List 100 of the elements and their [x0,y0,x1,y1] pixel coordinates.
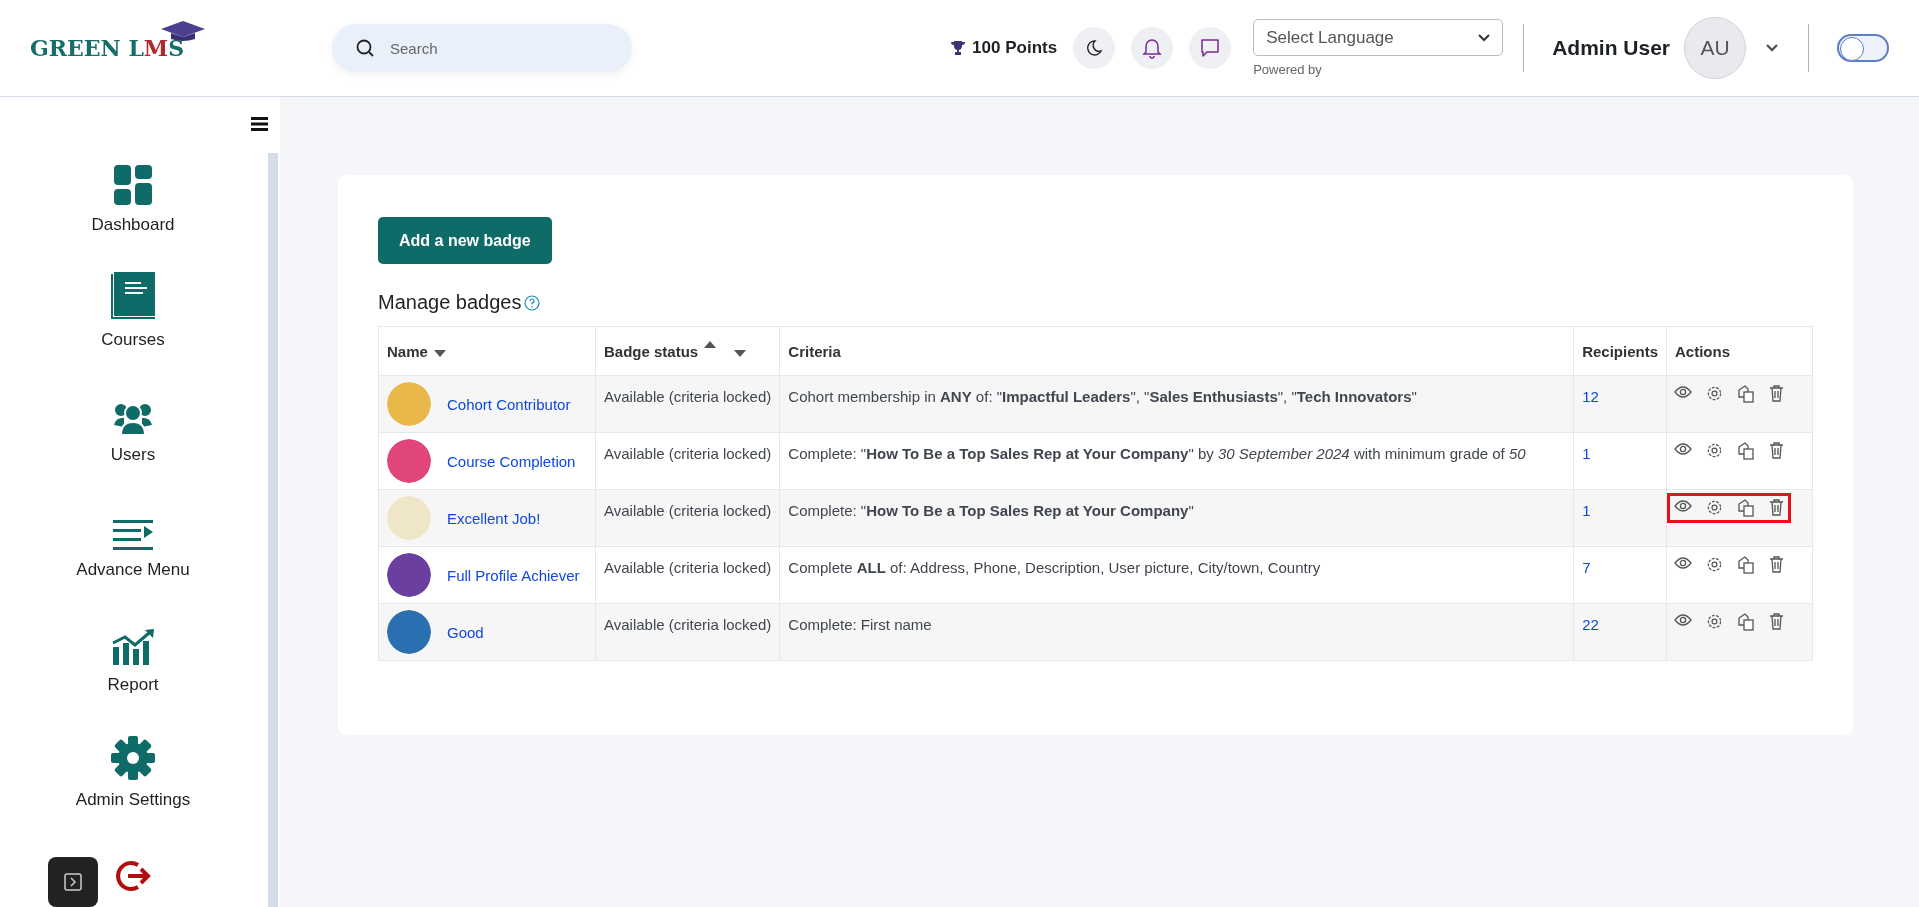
messages-button[interactable] [1189,27,1232,69]
copy-button[interactable] [1737,385,1755,403]
notifications-button[interactable] [1131,27,1174,69]
settings-icon [111,736,155,780]
bell-icon [1142,37,1163,59]
section-title: Manage badges [378,291,522,314]
delete-button[interactable] [1769,385,1784,403]
badge-name-link[interactable]: Excellent Job! [447,509,541,527]
dashboard-icon [114,165,152,205]
user-avatar[interactable]: AU [1684,17,1746,79]
table-cell: Complete: "How To Be a Top Sales Rep at Your Company" by 30 September 2024 with minimum grade of 50 [779,432,1574,490]
add-badge-button[interactable]: Add a new badge [378,217,552,264]
trash-icon [1769,442,1784,459]
chat-icon [1200,38,1221,58]
column-header[interactable]: Criteria [779,326,1574,376]
trash-icon [1769,613,1784,630]
eye-icon [1674,499,1692,513]
trophy-icon [950,40,967,56]
badge-name-link[interactable]: Course Completion [447,452,576,470]
table-cell: Complete: First name [779,603,1574,661]
chevron-right-box-icon [64,873,82,891]
book-icon [111,272,155,320]
eye-icon [1674,442,1692,456]
settings-button[interactable] [1706,442,1723,460]
settings-icon [1706,556,1723,573]
sidebar-item[interactable]: Courses [95,268,171,383]
scrollbar[interactable] [268,153,278,907]
table-cell: Available (criteria locked) [595,375,780,433]
column-header[interactable]: Badge status [595,326,780,376]
copy-button[interactable] [1737,613,1755,631]
users-icon [114,401,152,435]
copy-button[interactable] [1737,499,1755,517]
sort-up-icon[interactable] [704,340,717,349]
badge-name-link[interactable]: Full Profile Achiever [447,566,580,584]
chevron-down-icon[interactable] [1766,44,1778,52]
menu-list-icon [113,520,153,550]
trash-icon [1769,556,1784,573]
sort-down-icon[interactable] [433,348,446,357]
delete-button[interactable] [1769,556,1784,574]
language-select[interactable]: Select Language [1253,19,1504,56]
sidebar-item[interactable]: Dashboard [85,153,181,268]
toggle-switch[interactable] [1837,34,1889,62]
settings-button[interactable] [1706,556,1723,574]
settings-icon [1706,613,1723,630]
settings-button[interactable] [1706,613,1723,631]
copy-icon [1737,442,1755,460]
sidebar-item[interactable]: Advance Menu [70,498,196,613]
chart-icon [111,629,155,665]
menu-icon[interactable] [251,117,268,131]
settings-button[interactable] [1706,499,1723,517]
help-icon[interactable] [524,294,541,311]
sort-down-icon[interactable] [734,348,747,357]
powered-by-text: Powered by [1253,62,1323,77]
expand-button[interactable] [48,857,98,907]
sidebar-item[interactable]: Report [101,613,165,728]
column-header[interactable]: Actions [1666,326,1813,376]
search-icon [356,39,374,57]
copy-button[interactable] [1737,442,1755,460]
badge-name-link[interactable]: Good [447,623,484,641]
delete-button[interactable] [1769,613,1784,631]
settings-icon [1706,499,1723,516]
column-header[interactable]: Name [378,326,596,376]
copy-icon [1737,613,1755,631]
user-name: Admin User [1552,36,1670,60]
moon-icon [1085,39,1104,57]
graduation-cap-icon [161,21,205,41]
column-header[interactable]: Recipients [1573,326,1667,376]
copy-icon [1737,385,1755,403]
settings-icon [1706,442,1723,459]
table-cell: Cohort membership in ANY of: "Impactful Leaders", "Sales Enthusiasts", "Tech Innovators" [779,375,1574,433]
trash-icon [1769,385,1784,402]
chevron-down-icon [1478,33,1491,42]
copy-icon [1737,556,1755,574]
eye-icon [1674,385,1692,399]
recipients-link[interactable]: 7 [1582,559,1591,576]
table-cell: Available (criteria locked) [595,603,780,661]
points-text: 100 Points [972,38,1058,58]
search-field[interactable]: Search [332,24,632,72]
copy-button[interactable] [1737,556,1755,574]
eye-icon [1674,613,1692,627]
recipients-link[interactable]: 12 [1582,388,1599,405]
logo-text: GREEN LMS [30,35,185,61]
table-cell: Complete ALL of: Address, Phone, Description, User picture, City/town, Country [779,546,1574,604]
recipients-link[interactable]: 1 [1582,445,1591,462]
delete-button[interactable] [1769,442,1784,460]
table-cell: Available (criteria locked) [595,489,780,547]
dark-mode-button[interactable] [1073,27,1116,69]
table-cell: Available (criteria locked) [595,432,780,490]
table-cell: Available (criteria locked) [595,546,780,604]
settings-icon [1706,385,1723,402]
recipients-link[interactable]: 1 [1582,502,1591,519]
recipients-link[interactable]: 22 [1582,616,1599,633]
badge-name-link[interactable]: Cohort Contributor [447,395,571,413]
sidebar-item[interactable]: Users [104,383,162,498]
settings-button[interactable] [1706,385,1723,403]
copy-icon [1737,499,1755,517]
trash-icon [1769,499,1784,516]
delete-button[interactable] [1769,499,1784,517]
eye-icon [1674,556,1692,570]
sidebar-item[interactable]: Admin Settings [69,728,197,843]
